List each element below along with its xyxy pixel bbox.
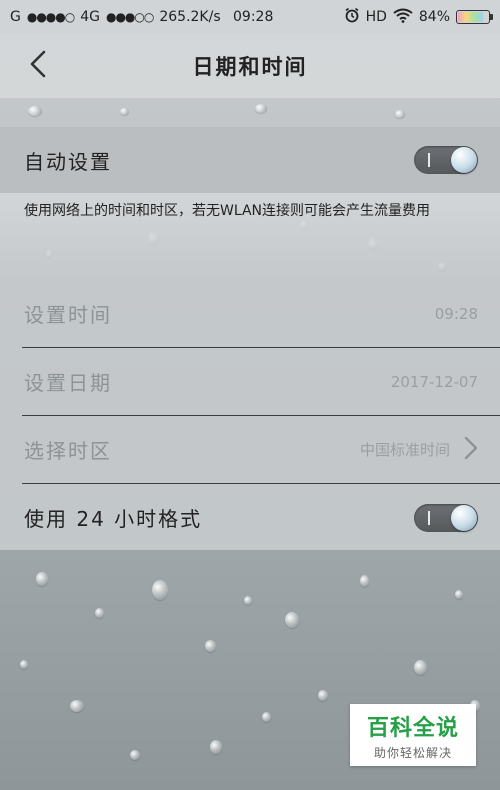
auto-setting-label: 自动设置 (24, 149, 112, 174)
set-time-label: 设置时间 (24, 303, 112, 327)
network-type: 4G (80, 9, 100, 25)
watermark-sub-text: 助你轻松解决 (373, 745, 452, 760)
auto-setting-description-text: 使用网络上的时间和时区，若无WLAN连接则可能会产生流量费用 (24, 203, 431, 219)
use-24h-toggle[interactable] (414, 503, 478, 532)
status-time: 09:28 (233, 9, 274, 25)
chevron-left-icon (29, 50, 47, 82)
toggle-knob (451, 147, 477, 173)
use-24h-label: 使用 24 小时格式 (24, 507, 203, 531)
settings-list: 设置时间 09:28 设置日期 2017-12-07 选择时区 中国标准时间 使… (0, 280, 500, 550)
title-bar: 日期和时间 (0, 34, 500, 98)
wifi-icon (393, 8, 413, 27)
toggle-knob (451, 504, 477, 531)
carrier-label: G (10, 9, 21, 25)
time-zone-value-group: 中国标准时间 (360, 436, 478, 464)
time-zone-row[interactable]: 选择时区 中国标准时间 (0, 416, 500, 483)
network-speed: 265.2K/s (159, 9, 221, 25)
set-date-label: 设置日期 (24, 371, 112, 395)
hd-badge: HD (365, 9, 387, 25)
battery-fill (458, 12, 484, 22)
toggle-on-mark (428, 153, 430, 167)
status-left: G ●●●●○ 4G ●●●○○ 265.2K/s (10, 9, 221, 25)
battery-icon (456, 10, 493, 24)
status-bar: G ●●●●○ 4G ●●●○○ 265.2K/s 09:28 HD 84% (0, 0, 500, 34)
battery-percent: 84% (418, 9, 450, 25)
set-time-value: 09:28 (434, 304, 478, 323)
watermark-logo: 百科全说 助你轻松解决 (350, 704, 476, 766)
toggle-on-mark (428, 510, 430, 525)
back-button[interactable] (18, 46, 58, 86)
set-time-row[interactable]: 设置时间 09:28 (0, 280, 500, 347)
time-zone-value: 中国标准时间 (359, 441, 450, 459)
alarm-clock-icon (344, 7, 360, 27)
page-title: 日期和时间 (192, 55, 308, 79)
set-date-row[interactable]: 设置日期 2017-12-07 (0, 348, 500, 415)
chevron-right-icon (464, 436, 478, 464)
set-date-value: 2017-12-07 (390, 372, 478, 391)
watermark-main-text: 百科全说 (366, 715, 459, 741)
auto-setting-description: 使用网络上的时间和时区，若无WLAN连接则可能会产生流量费用 (0, 193, 500, 280)
auto-setting-toggle[interactable] (414, 146, 478, 174)
auto-setting-row[interactable]: 自动设置 (0, 127, 500, 193)
use-24h-row[interactable]: 使用 24 小时格式 (0, 484, 500, 551)
signal-strength-2: ●●●○○ (105, 10, 154, 24)
time-zone-label: 选择时区 (24, 439, 112, 463)
signal-strength-1: ●●●●○ (26, 10, 75, 24)
status-right: HD 84% (344, 7, 493, 27)
